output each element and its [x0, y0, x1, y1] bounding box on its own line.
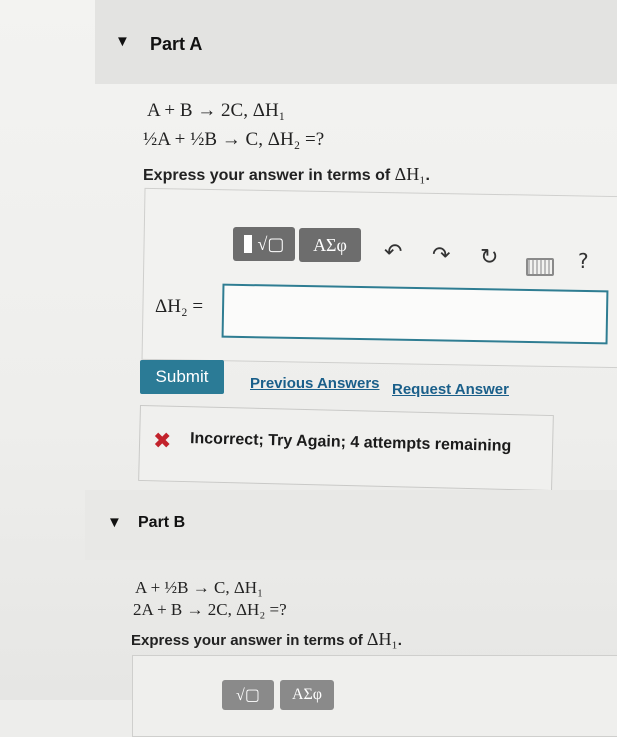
part-b-equation-1: A + ½B → C, ΔH₁ [135, 578, 263, 597]
instruction-suffix: . [397, 632, 402, 649]
greek-symbols-button[interactable]: ΑΣφ [299, 228, 361, 262]
part-b-instruction: Express your answer in terms of ΔH₁. [131, 629, 402, 650]
collapse-triangle-icon[interactable]: ▼ [107, 514, 122, 531]
instruction-suffix: . [425, 167, 430, 184]
redo-icon[interactable]: ↷ [432, 243, 450, 268]
templates-button[interactable]: √▢ [233, 227, 295, 261]
template-block-icon [243, 235, 252, 253]
part-b-templates-label: √▢ [236, 687, 260, 704]
answer-label: ΔH₂ = [155, 296, 204, 317]
instruction-math: ΔH₁ [366, 629, 398, 649]
answer-input[interactable] [221, 283, 609, 345]
part-b-greek-label: ΑΣφ [291, 686, 323, 703]
submit-label: Submit [155, 367, 209, 386]
part-b-answer-panel [132, 655, 617, 737]
instruction-prefix: Express your answer in terms of [131, 632, 367, 649]
part-b-equation-2: 2A + B → 2C, ΔH₂ =? [133, 600, 287, 619]
templates-label: √▢ [257, 233, 285, 254]
instruction-math: ΔH₁ [394, 164, 426, 184]
previous-answers-link[interactable]: Previous Answers [250, 375, 380, 392]
part-b-templates-button[interactable]: √▢ [222, 680, 274, 710]
request-answer-link[interactable]: Request Answer [392, 381, 509, 398]
page: ▼ Part A A + B → 2C, ΔH₁ ½A + ½B → C, ΔH… [0, 0, 617, 737]
submit-button[interactable]: Submit [140, 360, 224, 394]
greek-label: ΑΣφ [313, 234, 347, 255]
part-b-title: Part B [138, 514, 186, 531]
help-icon[interactable]: ? [578, 249, 589, 273]
part-a-title: Part A [150, 34, 203, 54]
instruction-prefix: Express your answer in terms of [143, 167, 395, 184]
collapse-triangle-icon[interactable]: ▼ [115, 33, 130, 50]
reset-icon[interactable]: ↻ [480, 245, 498, 270]
equation-1: A + B → 2C, ΔH₁ [147, 100, 286, 121]
error-x-icon: ✖ [153, 428, 172, 453]
equation-2: ½A + ½B → C, ΔH₂ =? [143, 129, 325, 150]
part-b-greek-symbols-button[interactable]: ΑΣφ [280, 680, 334, 710]
undo-icon[interactable]: ↶ [384, 240, 402, 265]
keyboard-icon[interactable] [526, 258, 554, 276]
instruction: Express your answer in terms of ΔH₁. [143, 164, 430, 185]
